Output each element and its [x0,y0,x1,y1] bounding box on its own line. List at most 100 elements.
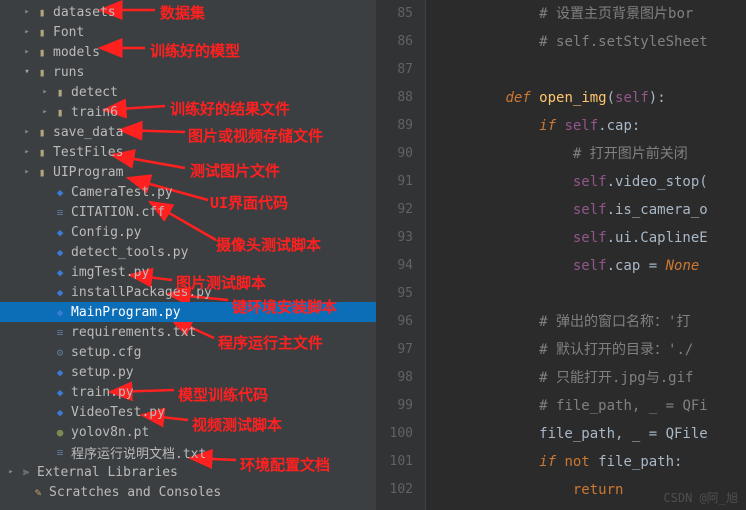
chevron-icon[interactable]: ▾ [22,67,32,77]
code-line[interactable]: # 打开图片前关闭 [438,140,746,168]
code-line[interactable]: # 只能打开.jpg与.gif [438,364,746,392]
tree-item-setup-py[interactable]: ◆setup.py [0,362,376,382]
tree-item-label: CameraTest.py [71,185,173,200]
tree-item-Config-py[interactable]: ◆Config.py [0,222,376,242]
tree-item-setup-cfg[interactable]: ⚙setup.cfg [0,342,376,362]
tree-item-train6[interactable]: ▸▮train6 [0,102,376,122]
py-icon: ◆ [52,285,68,299]
cfg-icon: ⚙ [52,345,68,359]
chevron-icon[interactable]: ▸ [22,147,32,157]
folder-icon: ▮ [34,125,50,139]
scratch-icon: ✎ [30,485,46,499]
tree-item-save_data[interactable]: ▸▮save_data [0,122,376,142]
tree-item-label: yolov8n.pt [71,425,149,440]
folder-icon: ▮ [34,5,50,19]
tree-item-label: CITATION.cff [71,205,165,220]
folder-icon: ▮ [34,25,50,39]
code-line[interactable]: self.cap = None [438,252,746,280]
tree-item-label: save_data [53,125,123,140]
txt-icon: ≡ [52,325,68,339]
folder-icon: ▮ [34,165,50,179]
folder-icon: ▮ [52,105,68,119]
tree-item-yolov8n-pt[interactable]: ●yolov8n.pt [0,422,376,442]
txt-icon: ≡ [52,445,68,459]
code-line[interactable]: file_path, _ = QFile [438,420,746,448]
tree-item-models[interactable]: ▸▮models [0,42,376,62]
tree-item-label: train6 [71,105,118,120]
tree-item-MainProgram-py[interactable]: ◆MainProgram.py [0,302,376,322]
code-line[interactable] [438,280,746,308]
chevron-icon[interactable]: ▸ [22,127,32,137]
code-line[interactable]: self.is_camera_o [438,196,746,224]
folder-icon: ▮ [52,85,68,99]
tree-item-External-Libraries[interactable]: ▸⫸External Libraries [0,462,376,482]
py-icon: ◆ [52,365,68,379]
code-editor[interactable]: 858687888990919293949596979899100101102 … [376,0,746,510]
tree-item-detect_tools-py[interactable]: ◆detect_tools.py [0,242,376,262]
py-icon: ◆ [52,245,68,259]
tree-item-detect[interactable]: ▸▮detect [0,82,376,102]
py-icon: ◆ [52,385,68,399]
py-icon: ◆ [52,265,68,279]
tree-item-label: requirements.txt [71,325,196,340]
tree-item-label: detect [71,85,118,100]
tree-item-label: UIProgram [53,165,123,180]
code-line[interactable]: self.ui.CaplineE [438,224,746,252]
chevron-icon[interactable]: ▸ [40,107,50,117]
tree-item-label: train.py [71,385,134,400]
tree-item-label: datasets [53,5,116,20]
chevron-icon[interactable]: ▸ [22,27,32,37]
code-line[interactable]: # 设置主页背景图片bor [438,0,746,28]
tree-item-label: TestFiles [53,145,123,160]
tree-item-Font[interactable]: ▸▮Font [0,22,376,42]
tree-item-imgTest-py[interactable]: ◆imgTest.py [0,262,376,282]
tree-item-train-py[interactable]: ◆train.py [0,382,376,402]
code-line[interactable]: # 默认打开的目录：'./ [438,336,746,364]
code-line[interactable]: self.video_stop( [438,168,746,196]
code-line[interactable]: # 弹出的窗口名称：'打 [438,308,746,336]
py-icon: ◆ [52,185,68,199]
tree-item-TestFiles[interactable]: ▸▮TestFiles [0,142,376,162]
tree-item-label: Font [53,25,84,40]
code-line[interactable]: # self.setStyleSheet [438,28,746,56]
chevron-icon[interactable]: ▸ [6,467,16,477]
tree-item-CITATION-cff[interactable]: ≡CITATION.cff [0,202,376,222]
tree-item-label: MainProgram.py [71,305,181,320]
watermark: CSDN @阿_旭 [663,489,738,506]
tree-item--txt[interactable]: ≡程序运行说明文档.txt [0,442,376,462]
lib-icon: ⫸ [18,465,34,479]
chevron-icon[interactable]: ▸ [40,87,50,97]
tree-item-VideoTest-py[interactable]: ◆VideoTest.py [0,402,376,422]
tree-item-runs[interactable]: ▾▮runs [0,62,376,82]
tree-item-requirements-txt[interactable]: ≡requirements.txt [0,322,376,342]
chevron-icon[interactable]: ▸ [22,47,32,57]
tree-item-label: installPackages.py [71,285,212,300]
code-area[interactable]: # 设置主页背景图片bor # self.setStyleSheet def o… [426,0,746,510]
tree-item-label: Config.py [71,225,141,240]
tree-item-label: detect_tools.py [71,245,188,260]
tree-item-label: runs [53,65,84,80]
tree-item-label: setup.py [71,365,134,380]
folder-icon: ▮ [34,65,50,79]
txt-icon: ≡ [52,205,68,219]
tree-item-label: models [53,45,100,60]
project-tree-panel: ▸▮datasets▸▮Font▸▮models▾▮runs▸▮detect▸▮… [0,0,376,510]
tree-item-installPackages-py[interactable]: ◆installPackages.py [0,282,376,302]
tree-item-label: 程序运行说明文档.txt [71,443,206,462]
code-line[interactable]: # file_path, _ = QFi [438,392,746,420]
tree-item-label: imgTest.py [71,265,149,280]
code-line[interactable]: if not file_path: [438,448,746,476]
tree-item-label: External Libraries [37,465,178,480]
tree-item-datasets[interactable]: ▸▮datasets [0,2,376,22]
code-line[interactable]: def open_img(self): [438,84,746,112]
tree-item-UIProgram[interactable]: ▸▮UIProgram [0,162,376,182]
chevron-icon[interactable]: ▸ [22,7,32,17]
tree-item-Scratches-and-Consoles[interactable]: ✎Scratches and Consoles [0,482,376,502]
chevron-icon[interactable]: ▸ [22,167,32,177]
code-line[interactable]: if self.cap: [438,112,746,140]
tree-item-CameraTest-py[interactable]: ◆CameraTest.py [0,182,376,202]
code-line[interactable] [438,56,746,84]
tree-item-label: VideoTest.py [71,405,165,420]
py-icon: ◆ [52,305,68,319]
folder-icon: ▮ [34,145,50,159]
